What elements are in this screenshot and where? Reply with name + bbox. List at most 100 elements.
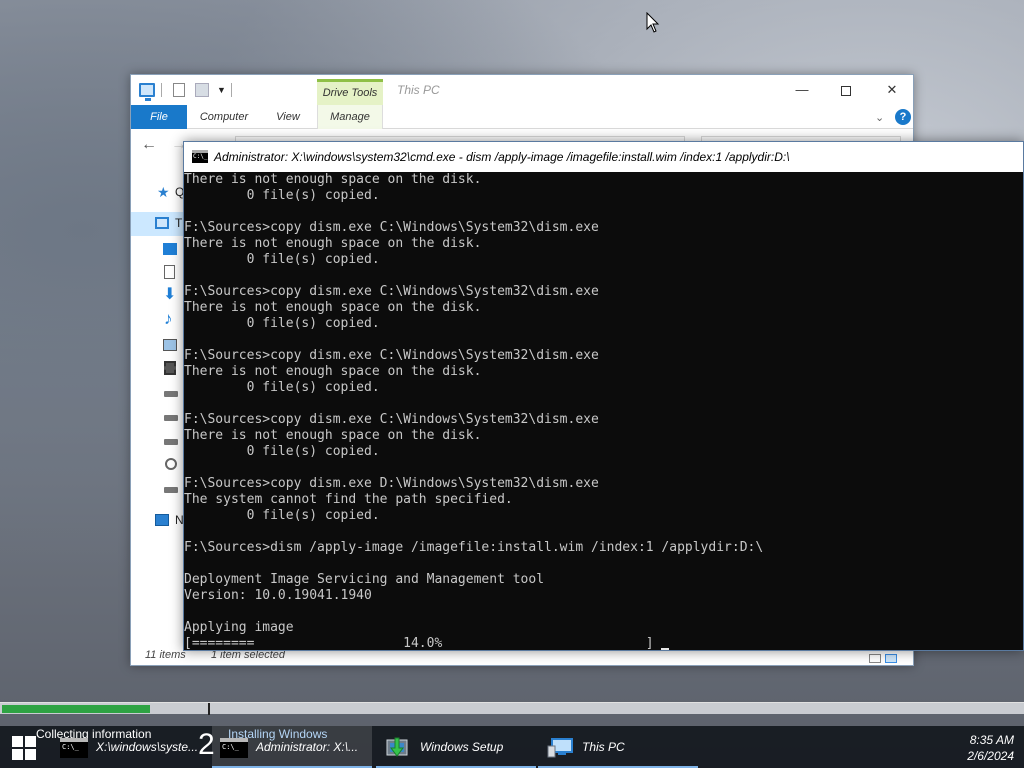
nav-item-this-pc[interactable]: T [131, 212, 185, 236]
console-line: F:\Sources>copy dism.exe D:\Windows\Syst… [184, 476, 599, 491]
details-view-icon[interactable] [869, 654, 881, 663]
ribbon-tabs: File Computer View Manage [131, 105, 913, 129]
new-folder-icon[interactable] [195, 83, 209, 97]
nav-item-downloads[interactable]: ⬇ [131, 285, 185, 309]
windows-logo-icon [12, 749, 23, 760]
taskbar-item-cmd-2[interactable]: C:\_ Administrator: X:\... [212, 726, 372, 768]
explorer-titlebar[interactable]: ▼ Drive Tools This PC — ✕ [131, 75, 913, 105]
console-line: F:\Sources>copy dism.exe C:\Windows\Syst… [184, 220, 599, 235]
windows-logo-icon [12, 736, 23, 747]
computer-icon [155, 217, 169, 229]
network-icon [155, 514, 169, 526]
cmd-icon: C:\_ [220, 738, 248, 758]
minimize-button[interactable]: — [779, 79, 825, 101]
star-icon: ★ [157, 184, 170, 200]
maximize-button[interactable] [823, 79, 869, 101]
documents-icon [164, 265, 175, 279]
this-pc-icon [139, 83, 155, 101]
qat-dropdown-icon[interactable]: ▼ [217, 85, 226, 95]
tab-view[interactable]: View [267, 105, 309, 129]
dism-progress-text: [======== 14.0% ] [184, 636, 662, 650]
console-line: F:\Sources>copy dism.exe C:\Windows\Syst… [184, 348, 599, 363]
taskbar: Collecting information Installing Window… [0, 726, 1024, 768]
download-arrow-icon: ⬇ [163, 286, 177, 303]
maximize-icon [841, 85, 851, 96]
setup-progress-bar [0, 702, 1024, 715]
console-line: Deployment Image Servicing and Managemen… [184, 572, 545, 587]
windows-logo-icon [25, 736, 36, 747]
taskbar-item-this-pc[interactable]: This PC [538, 726, 698, 768]
nav-item-network[interactable]: N [131, 509, 185, 533]
console-output[interactable]: There is not enough space on the disk. 0… [184, 172, 1023, 650]
tab-computer[interactable]: Computer [193, 105, 255, 129]
taskbar-item-label: Administrator: X:\... [256, 740, 359, 754]
console-line: 0 file(s) copied. [184, 316, 380, 331]
tab-manage[interactable]: Manage [317, 105, 383, 129]
properties-icon[interactable] [173, 83, 185, 97]
taskbar-item-label: Windows Setup [420, 740, 504, 754]
nav-item-drive[interactable] [131, 479, 185, 503]
system-clock[interactable]: 8:35 AM 2/6/2024 [950, 732, 1014, 764]
help-icon[interactable]: ? [895, 109, 911, 125]
console-line: 0 file(s) copied. [184, 380, 380, 395]
console-line: There is not enough space on the disk. [184, 236, 482, 251]
explorer-title: This PC [397, 83, 440, 97]
clock-time: 8:35 AM [969, 733, 1014, 747]
computer-icon [547, 738, 573, 758]
taskbar-item-label: This PC [582, 740, 625, 754]
console-line: There is not enough space on the disk. [184, 428, 482, 443]
nav-item-videos[interactable] [131, 357, 185, 381]
cmd-window[interactable]: C:\_ Administrator: X:\windows\system32\… [183, 141, 1024, 651]
nav-item-quick-access[interactable]: ★ Q [131, 181, 185, 205]
console-line: F:\Sources>copy dism.exe C:\Windows\Syst… [184, 284, 599, 299]
close-button[interactable]: ✕ [869, 79, 915, 101]
drive-icon [164, 415, 178, 421]
console-line: F:\Sources>dism /apply-image /imagefile:… [184, 540, 764, 555]
large-icons-view-icon[interactable] [885, 654, 897, 663]
tab-file[interactable]: File [131, 105, 187, 129]
console-line: F:\Sources>copy dism.exe C:\Windows\Syst… [184, 412, 599, 427]
nav-item-label: T [175, 216, 183, 230]
taskbar-item-cmd-1[interactable]: C:\_ X:\windows\syste... [52, 726, 208, 768]
nav-item-documents[interactable] [131, 261, 185, 285]
nav-item-drive[interactable] [131, 383, 185, 407]
nav-item-desktop[interactable] [131, 237, 185, 261]
taskbar-item-windows-setup[interactable]: Windows Setup [376, 726, 536, 768]
film-icon [164, 361, 176, 375]
back-arrow-icon[interactable]: ← [141, 136, 157, 154]
pictures-icon [163, 339, 177, 351]
expand-ribbon-icon[interactable]: ⌄ [875, 111, 884, 124]
disc-icon [165, 458, 177, 470]
desktop-icon [163, 243, 177, 255]
view-toggle [869, 650, 905, 663]
cmd-title: Administrator: X:\windows\system32\cmd.e… [214, 150, 790, 164]
qat-separator [231, 83, 232, 97]
nav-item-dvd-drive[interactable] [131, 455, 185, 479]
mouse-pointer-icon [646, 12, 660, 33]
drive-icon [164, 487, 178, 493]
taskbar-item-label: X:\windows\syste... [96, 740, 199, 754]
nav-item-drive[interactable] [131, 407, 185, 431]
windows-logo-icon [25, 749, 36, 760]
nav-item-music[interactable]: ♪ [131, 309, 185, 333]
nav-item-pictures[interactable] [131, 333, 185, 357]
console-line: 0 file(s) copied. [184, 188, 380, 203]
drive-icon [164, 391, 178, 397]
console-line: Version: 10.0.19041.1940 [184, 588, 372, 603]
console-line: There is not enough space on the disk. [184, 300, 482, 315]
console-line: 0 file(s) copied. [184, 252, 380, 267]
console-line: 0 file(s) copied. [184, 508, 380, 523]
cmd-titlebar[interactable]: C:\_ Administrator: X:\windows\system32\… [184, 142, 1023, 172]
setup-icon [386, 737, 408, 757]
nav-item-drive[interactable] [131, 431, 185, 455]
console-progress-line: [======== 14.0% ] [184, 636, 1023, 650]
clock-date: 2/6/2024 [967, 749, 1014, 763]
